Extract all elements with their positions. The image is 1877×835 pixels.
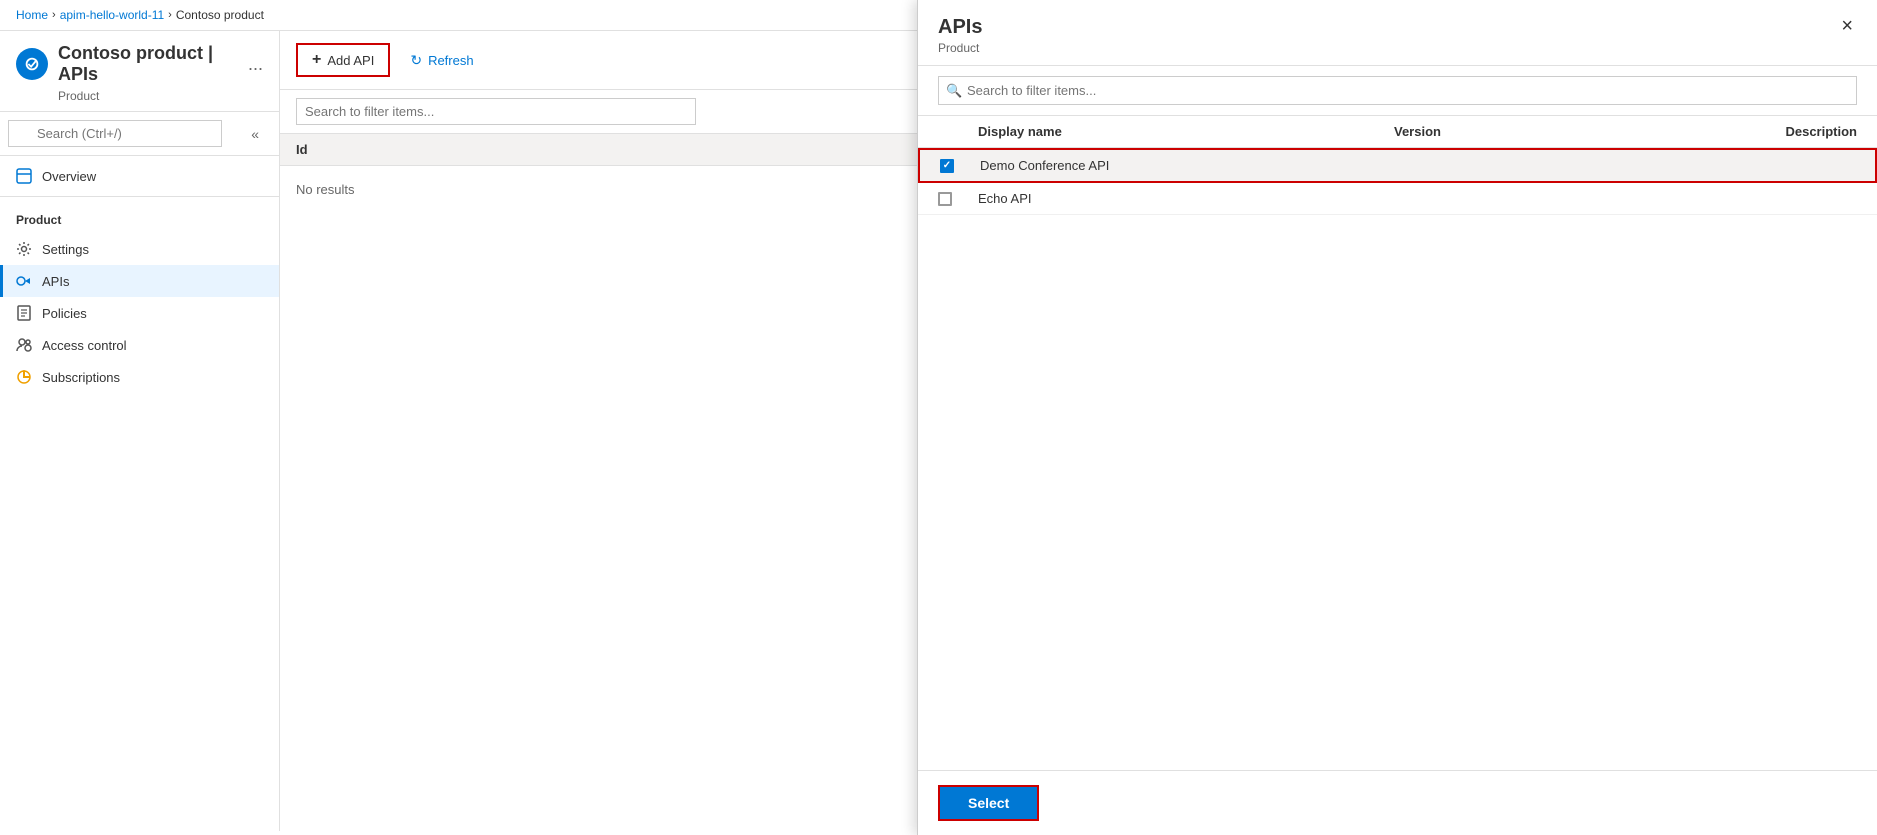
- api-row-demo-conference[interactable]: Demo Conference API: [918, 148, 1877, 183]
- sidebar-item-overview-label: Overview: [42, 169, 96, 184]
- subscriptions-icon: [16, 369, 32, 385]
- col-display-name-header: Display name: [978, 124, 1330, 139]
- sidebar-search-input[interactable]: [8, 120, 222, 147]
- sidebar-item-apis[interactable]: APIs: [0, 265, 279, 297]
- refresh-label: Refresh: [428, 53, 474, 68]
- breadcrumb-home[interactable]: Home: [16, 8, 48, 22]
- overview-icon: [16, 168, 32, 184]
- more-options-button[interactable]: ...: [248, 54, 263, 75]
- add-api-button[interactable]: + Add API: [296, 43, 390, 77]
- panel-subtitle: Product: [938, 41, 982, 55]
- sidebar-item-subscriptions-label: Subscriptions: [42, 370, 120, 385]
- panel-table-header: Display name Version Description: [918, 116, 1877, 148]
- checkbox-echo[interactable]: [938, 192, 978, 206]
- api-name-demo-conference: Demo Conference API: [980, 158, 1330, 173]
- panel-close-button[interactable]: ×: [1837, 16, 1857, 36]
- apis-panel: APIs Product × 🔍 Display name Version De…: [917, 0, 1877, 835]
- main-search-input[interactable]: [296, 98, 696, 125]
- panel-footer: Select: [918, 770, 1877, 835]
- checkbox-demo-conference[interactable]: [940, 159, 980, 173]
- breadcrumb-service[interactable]: apim-hello-world-11: [60, 8, 164, 22]
- sidebar-header: Contoso product | APIs ... Product: [0, 31, 279, 112]
- no-results-text: No results: [296, 182, 355, 197]
- panel-title: APIs: [938, 16, 982, 39]
- policies-icon: [16, 305, 32, 321]
- sidebar-item-apis-label: APIs: [42, 274, 69, 289]
- sidebar-search-row: 🔍 «: [0, 112, 279, 156]
- sidebar-item-policies[interactable]: Policies: [0, 297, 279, 329]
- add-api-label: Add API: [327, 53, 374, 68]
- page-subtitle: Product: [16, 89, 263, 103]
- apis-icon: [16, 273, 32, 289]
- sidebar-item-overview[interactable]: Overview: [0, 160, 279, 192]
- refresh-icon: ↻: [410, 52, 422, 69]
- panel-search-row: 🔍: [918, 66, 1877, 116]
- panel-table-body: Demo Conference API Echo API: [918, 148, 1877, 770]
- col-version-header: Version: [1330, 124, 1506, 139]
- breadcrumb-page: Contoso product: [176, 8, 264, 22]
- access-control-icon: [16, 337, 32, 353]
- sidebar-item-settings[interactable]: Settings: [0, 233, 279, 265]
- sidebar-item-access-control[interactable]: Access control: [0, 329, 279, 361]
- collapse-sidebar-button[interactable]: «: [247, 122, 263, 146]
- col-description-header: Description: [1505, 124, 1857, 139]
- add-icon: +: [312, 51, 321, 69]
- api-row-echo[interactable]: Echo API: [918, 183, 1877, 215]
- panel-header: APIs Product ×: [918, 0, 1877, 66]
- select-button[interactable]: Select: [938, 785, 1039, 821]
- api-name-echo: Echo API: [978, 191, 1330, 206]
- sidebar-nav: Overview Product Settings APIs: [0, 156, 279, 397]
- checked-icon: [940, 159, 954, 173]
- settings-icon: [16, 241, 32, 257]
- sidebar-item-access-control-label: Access control: [42, 338, 127, 353]
- sidebar: Contoso product | APIs ... Product 🔍 « O…: [0, 31, 280, 831]
- sidebar-item-subscriptions[interactable]: Subscriptions: [0, 361, 279, 393]
- panel-search-input[interactable]: [938, 76, 1857, 105]
- product-icon: [16, 48, 48, 80]
- panel-search-icon: 🔍: [946, 83, 962, 99]
- sidebar-section-label: Product: [0, 201, 279, 233]
- page-title: Contoso product | APIs: [58, 43, 234, 85]
- unchecked-icon: [938, 192, 952, 206]
- refresh-button[interactable]: ↻ Refresh: [398, 46, 485, 75]
- sidebar-item-settings-label: Settings: [42, 242, 89, 257]
- sidebar-item-policies-label: Policies: [42, 306, 87, 321]
